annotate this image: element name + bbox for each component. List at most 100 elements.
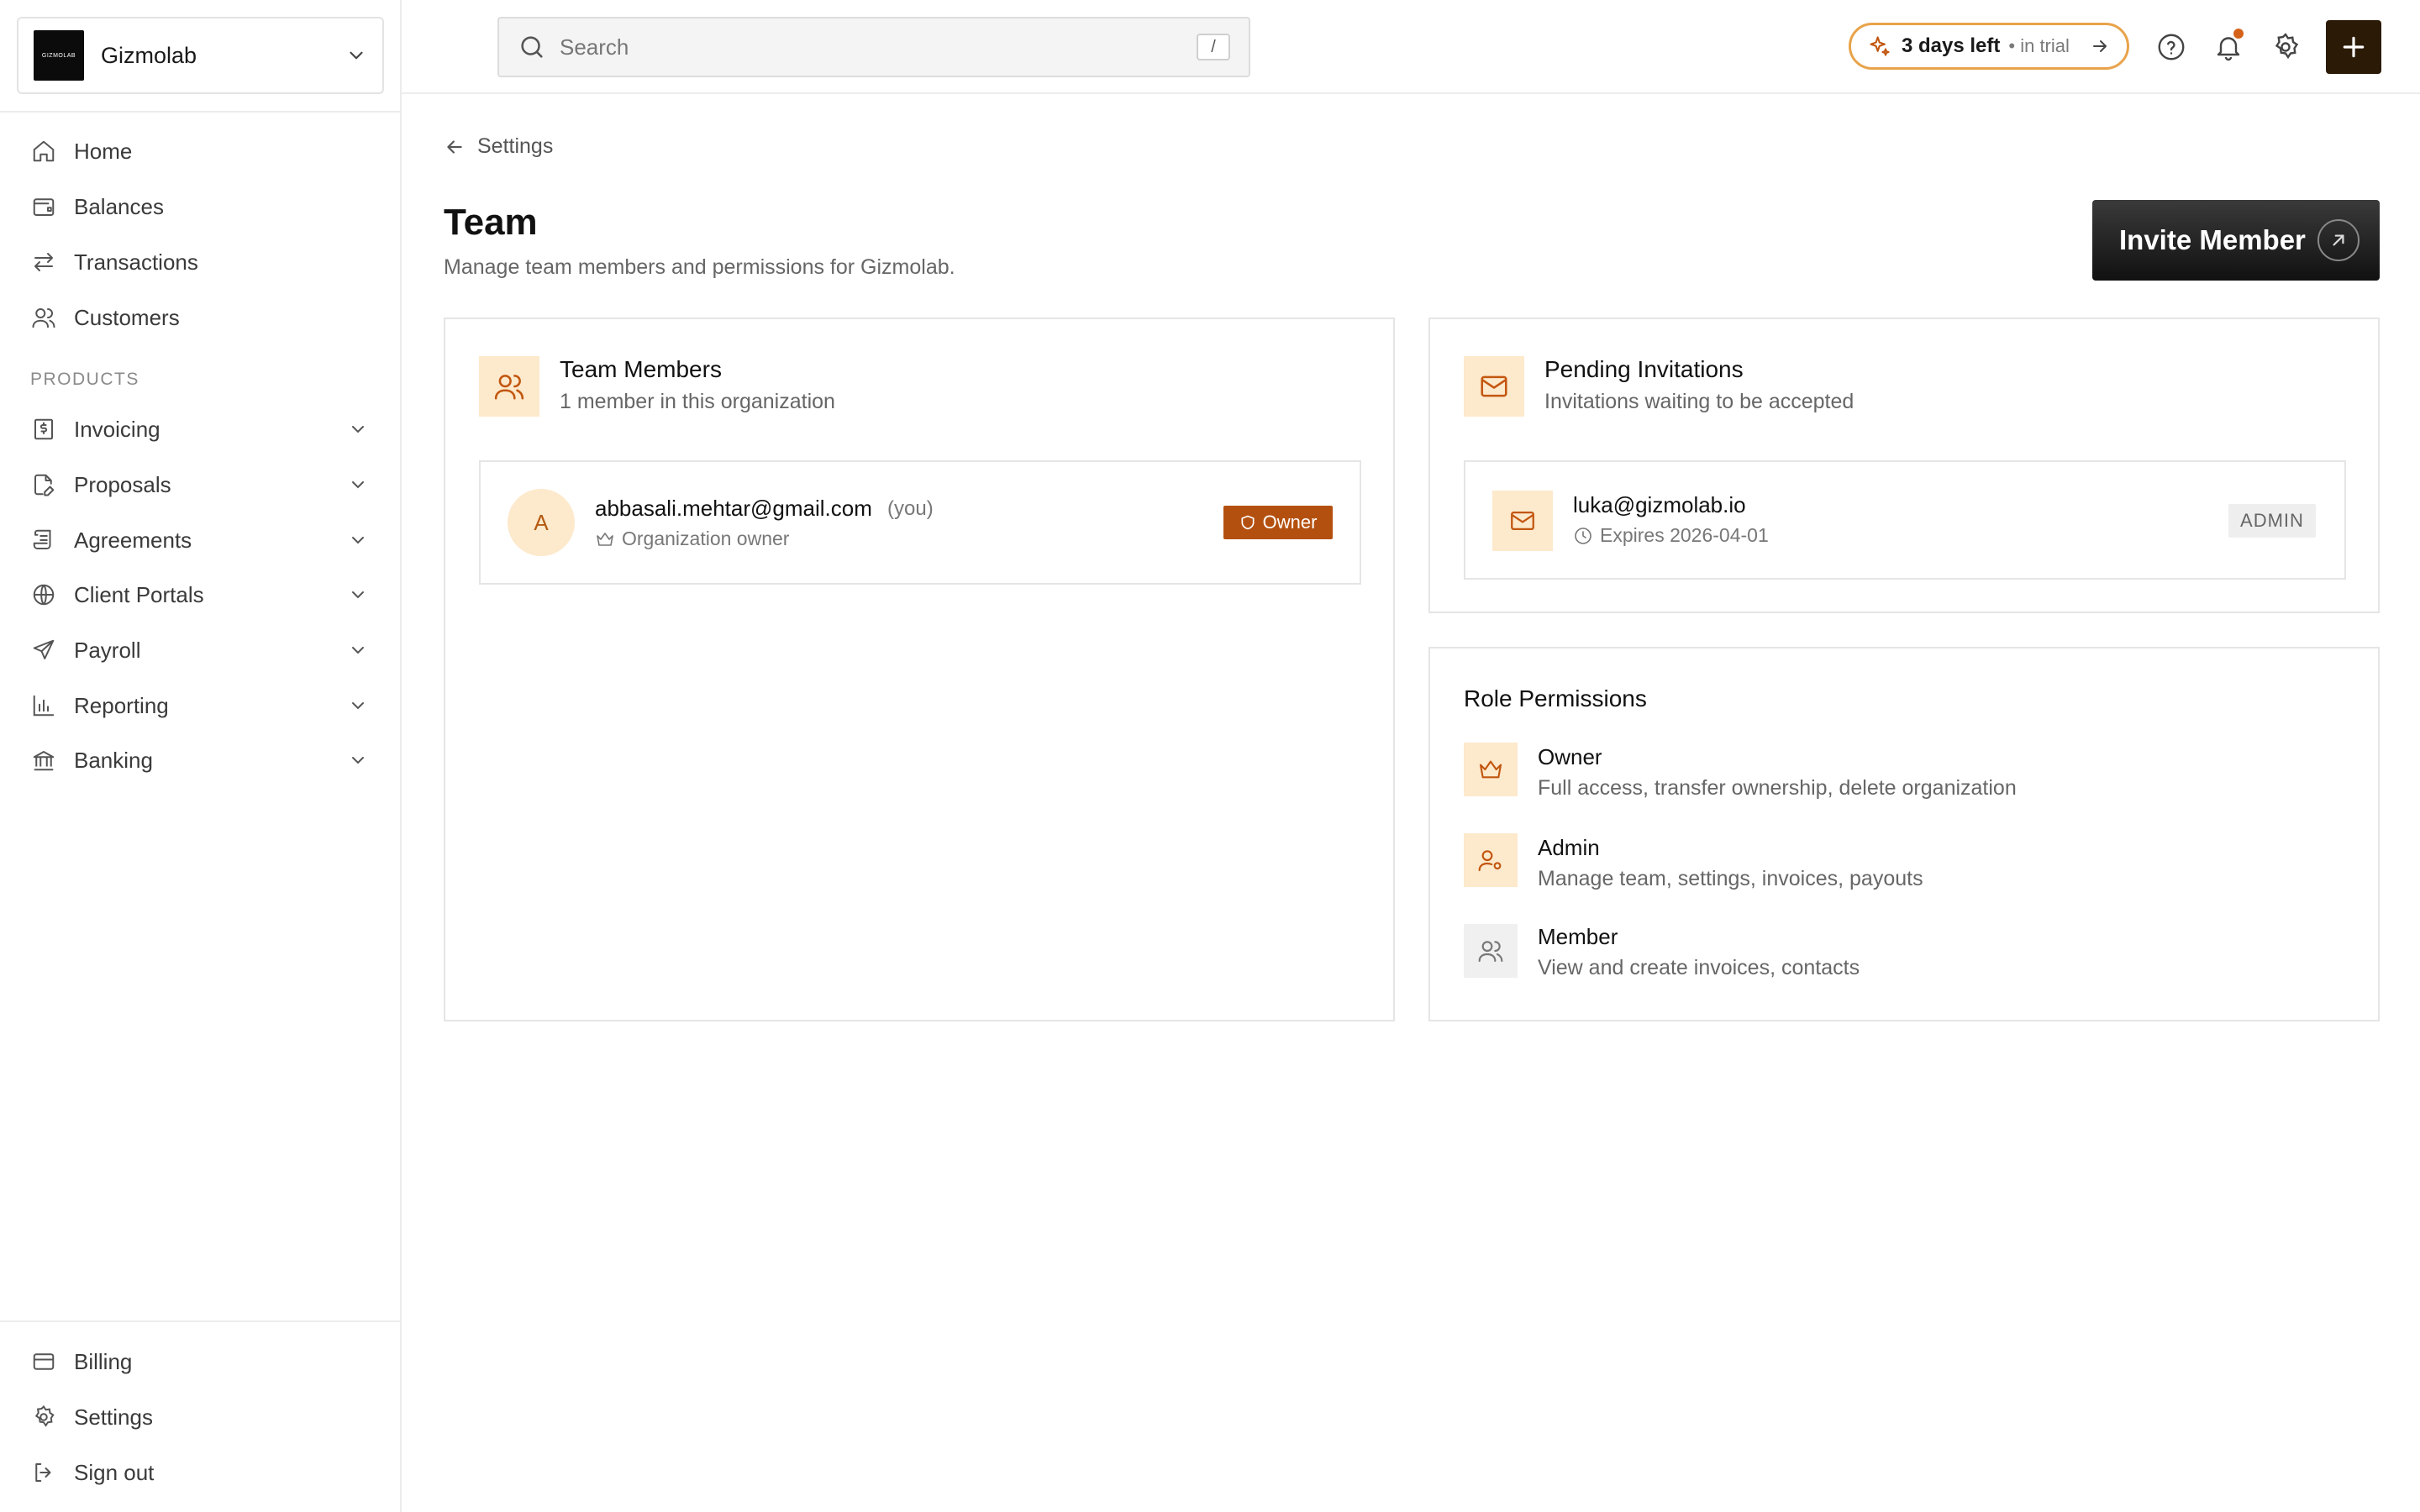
sidebar-item-label: Payroll (74, 637, 141, 663)
owner-badge-label: Owner (1262, 512, 1318, 533)
sidebar-item-label: Invoicing (74, 416, 160, 442)
settings-button[interactable] (2269, 30, 2302, 64)
invite-email: luka@gizmolab.io (1573, 492, 1746, 517)
wallet-icon (30, 193, 57, 220)
sidebar-item-home[interactable]: Home (0, 127, 402, 176)
sidebar-item-label: Sign out (74, 1459, 155, 1485)
clock-icon (1575, 527, 1591, 544)
org-name: Gizmolab (101, 42, 197, 68)
role-owner-title: Owner (1538, 744, 1602, 769)
avatar: A (508, 489, 575, 556)
search-bar[interactable]: / (497, 17, 1250, 77)
chevron-down-icon (352, 647, 364, 654)
sidebar-item-label: Client Portals (74, 581, 204, 607)
owner-role-badge[interactable]: Owner (1223, 506, 1333, 539)
sidebar-section-label: PRODUCTS (30, 370, 139, 389)
sidebar-item-label: Banking (74, 747, 153, 773)
invoice-dollar-icon (30, 416, 57, 443)
sidebar-item-label: Balances (74, 193, 164, 219)
trial-banner[interactable]: 3 days left • in trial (1849, 23, 2129, 70)
chevron-down-icon (352, 702, 364, 710)
sidebar-item-payroll[interactable]: Payroll (0, 626, 402, 675)
notification-dot (2233, 29, 2244, 39)
back-link-label: Settings (477, 134, 554, 158)
bar-chart-icon (30, 692, 57, 719)
role-member-title: Member (1538, 924, 1618, 949)
pending-invitations-subtitle: Invitations waiting to be accepted (1544, 390, 1854, 413)
users-icon (479, 356, 539, 417)
sidebar-item-banking[interactable]: Banking (0, 736, 402, 785)
sidebar-item-client-portals[interactable]: Client Portals (0, 570, 402, 619)
team-members-title: Team Members (560, 356, 722, 382)
org-switcher[interactable]: GIZMOLAB Gizmolab (17, 17, 384, 94)
search-shortcut-badge: / (1197, 34, 1230, 60)
sparkle-icon (1870, 36, 1890, 56)
search-input[interactable] (560, 34, 1197, 60)
role-admin-desc: Manage team, settings, invoices, payouts (1538, 867, 1923, 890)
sidebar-item-label: Billing (74, 1348, 133, 1374)
chevron-down-icon (352, 591, 364, 599)
invite-expiry-label: Expires 2026-04-01 (1600, 524, 1769, 546)
role-admin-title: Admin (1538, 835, 1600, 860)
page-subtitle: Manage team members and permissions for … (444, 255, 955, 279)
chevron-down-icon (352, 481, 364, 489)
sidebar: GIZMOLAB Gizmolab Home Balances Transact… (0, 0, 402, 1512)
mail-icon (1492, 491, 1553, 551)
sidebar-item-proposals[interactable]: Proposals (0, 460, 402, 509)
users-icon (30, 304, 57, 331)
sidebar-item-sign-out[interactable]: Sign out (0, 1448, 402, 1497)
chevron-down-icon (350, 51, 363, 60)
sidebar-item-label: Agreements (74, 527, 192, 553)
org-logo: GIZMOLAB (34, 30, 84, 81)
app: GIZMOLAB Gizmolab Home Balances Transact… (0, 0, 2420, 1512)
member-role-text: Organization owner (595, 528, 789, 550)
page-title: Team (444, 202, 538, 243)
crown-icon (1464, 743, 1518, 796)
sidebar-item-label: Settings (74, 1404, 153, 1430)
sidebar-item-invoicing[interactable]: Invoicing (0, 405, 402, 454)
role-permissions-card: Role Permissions Owner Full access, tran… (1428, 647, 2380, 1021)
sidebar-item-transactions[interactable]: Transactions (0, 238, 402, 286)
member-email: abbasali.mehtar@gmail.com (595, 496, 872, 521)
scroll-icon (30, 527, 57, 554)
globe-icon (30, 581, 57, 608)
help-button[interactable] (2154, 30, 2188, 64)
chevron-down-icon (352, 426, 364, 433)
arrow-up-right-icon (2317, 219, 2360, 261)
help-circle-icon (2158, 34, 2185, 60)
invite-expiry: Expires 2026-04-01 (1573, 524, 1769, 547)
arrow-right-icon (2093, 40, 2107, 52)
sidebar-item-label: Customers (74, 304, 180, 330)
invite-member-button[interactable]: Invite Member (2092, 200, 2380, 281)
notifications-button[interactable] (2212, 29, 2245, 64)
chevron-down-icon (352, 757, 364, 764)
sidebar-item-billing[interactable]: Billing (0, 1337, 402, 1386)
arrow-left-icon (447, 139, 462, 154)
gear-icon (2275, 33, 2299, 60)
gear-icon (30, 1404, 57, 1431)
sign-out-icon (30, 1459, 57, 1486)
invite-member-label: Invite Member (2119, 224, 2306, 255)
sidebar-item-reporting[interactable]: Reporting (0, 681, 402, 730)
sidebar-item-label: Reporting (74, 692, 169, 718)
back-to-settings-link[interactable]: Settings (444, 134, 553, 159)
users-icon (1464, 924, 1518, 978)
team-member-row[interactable]: A abbasali.mehtar@gmail.com (you) Organi… (479, 460, 1361, 585)
role-owner-desc: Full access, transfer ownership, delete … (1538, 776, 2017, 800)
crown-icon (597, 532, 613, 546)
team-members-subtitle: 1 member in this organization (560, 390, 835, 413)
bank-icon (30, 747, 57, 774)
send-icon (30, 637, 57, 664)
sidebar-item-agreements[interactable]: Agreements (0, 516, 402, 564)
sidebar-item-settings[interactable]: Settings (0, 1393, 402, 1441)
create-new-button[interactable] (2326, 20, 2381, 74)
pending-invitations-title: Pending Invitations (1544, 356, 1744, 382)
pending-invite-row[interactable]: luka@gizmolab.io Expires 2026-04-01 ADMI… (1464, 460, 2346, 580)
sidebar-divider (0, 111, 402, 113)
sidebar-item-balances[interactable]: Balances (0, 182, 402, 231)
sidebar-item-customers[interactable]: Customers (0, 293, 402, 342)
mail-icon (1464, 356, 1524, 417)
sidebar-divider (0, 1320, 402, 1322)
sidebar-item-label: Home (74, 138, 133, 164)
chevron-down-icon (352, 537, 364, 544)
